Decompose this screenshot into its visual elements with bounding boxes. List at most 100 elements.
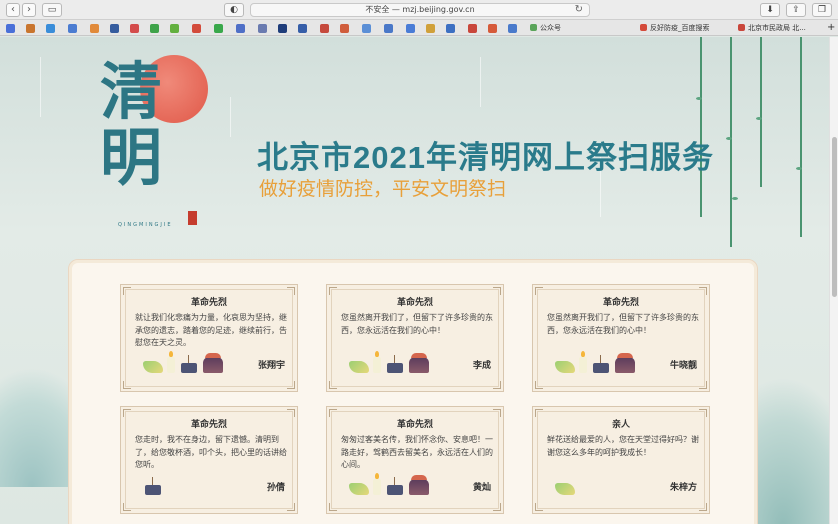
card-title: 革命先烈 [396,420,433,430]
memorial-card[interactable]: 革命先烈 匆匆过客美名传，我们怀念你、安息吧！一路走好，驾鹤西去留美名，永远活在… [326,406,504,514]
candle-offering-icon [579,351,587,373]
corner-ornament [329,409,337,417]
browser-toolbar: ‹ › ▭ ◐ 不安全 — mzj.beijing.gov.cn ↻ ⬇ ⇪ ❐ [0,0,838,20]
corner-ornament [329,503,337,511]
bookmark-icon[interactable] [508,24,517,33]
card-title: 革命先烈 [190,420,227,430]
card-author: 张翔宇 [257,361,285,371]
reload-icon[interactable]: ↻ [575,4,583,16]
rain-decoration [40,57,41,117]
tab-label: 公众号 [540,24,561,32]
rain-decoration [230,97,231,137]
card-message: 您虽然离开我们了，但留下了许多珍贵的东西，您永远活在我们的心中！ [341,313,493,335]
bookmark-icon[interactable] [130,24,139,33]
bookmark-icon[interactable] [384,24,393,33]
page-scrollbar[interactable] [829,37,838,524]
tabs-overview-icon[interactable]: ❐ [812,3,832,17]
corner-ornament [699,409,707,417]
bookmark-icon[interactable] [170,24,179,33]
wechat-icon [530,24,537,31]
bookmark-icon[interactable] [362,24,371,33]
download-icon[interactable]: ⬇ [760,3,780,17]
bookmark-icon[interactable] [258,24,267,33]
card-author: 牛晓靓 [669,361,697,371]
card-message: 您虽然离开我们了，但留下了许多珍贵的东西，您永远活在我们的心中！ [547,313,699,335]
bookmark-icon[interactable] [150,24,159,33]
memorial-card[interactable]: 革命先烈 您走时，我不在身边，留下遗憾。清明到了，给您敬杯酒，叩个头，把心里的话… [120,406,298,514]
card-author: 朱梓方 [669,483,697,493]
bookmark-icon[interactable] [90,24,99,33]
bookmark-icon[interactable] [468,24,477,33]
bookmark-icon[interactable] [446,24,455,33]
food-offering-icon [409,353,429,373]
privacy-shield-icon[interactable]: ◐ [224,3,244,17]
corner-ornament [493,503,501,511]
corner-ornament [287,287,295,295]
address-bar[interactable]: 不安全 — mzj.beijing.gov.cn ↻ [250,3,590,17]
bookmark-icon[interactable] [298,24,307,33]
corner-ornament [287,409,295,417]
leaf-decoration [756,117,762,120]
address-text: 不安全 — mzj.beijing.gov.cn [365,5,475,14]
bookmark-icon[interactable] [320,24,329,33]
incense-offering-icon [387,355,403,373]
bookmarks-bar: 公众号 反好防疫_百度搜索 北京市民政局 北... + [0,20,838,36]
bookmark-icon[interactable] [26,24,35,33]
flower-offering-icon [349,361,369,373]
incense-offering-icon [593,355,609,373]
memorial-card[interactable]: 革命先烈 就让我们化悲痛为力量，化哀思为坚持，继承您的遗志，踏着您的足迹，继续前… [120,284,298,392]
bookmark-icon[interactable] [192,24,201,33]
corner-ornament [287,503,295,511]
bookmark-icon[interactable] [426,24,435,33]
bookmark-icon[interactable] [340,24,349,33]
leaf-decoration [796,167,802,170]
corner-ornament [329,287,337,295]
corner-ornament [287,381,295,389]
card-message: 您走时，我不在身边，留下遗憾。清明到了，给您敬杯酒，叩个头，把心里的话讲给您听。 [135,435,287,469]
forward-icon[interactable]: › [22,3,36,17]
bookmark-icon[interactable] [488,24,497,33]
card-author: 李成 [472,361,491,371]
card-title: 革命先烈 [602,298,639,308]
bookmark-icon[interactable] [110,24,119,33]
bookmark-icon[interactable] [278,24,287,33]
food-offering-icon [203,353,223,373]
candle-offering-icon [373,351,381,373]
corner-ornament [123,503,131,511]
memorial-card[interactable]: 革命先烈 您虽然离开我们了，但留下了许多珍贵的东西，您永远活在我们的心中！ 牛晓… [532,284,710,392]
bookmark-icon[interactable] [68,24,77,33]
bookmark-icon[interactable] [214,24,223,33]
corner-ornament [699,287,707,295]
corner-ornament [535,503,543,511]
corner-ornament [493,409,501,417]
tab-label: 反好防疫_百度搜索 [650,24,710,32]
scrollbar-thumb[interactable] [832,137,837,297]
page-title: 北京市2021年清明网上祭扫服务 [257,140,714,175]
corner-ornament [493,381,501,389]
flower-offering-icon [349,483,369,495]
card-message: 就让我们化悲痛为力量，化哀思为坚持，继承您的遗志，踏着您的足迹，继续前行，告慰您… [135,313,287,347]
bookmark-icon[interactable] [236,24,245,33]
card-title: 革命先烈 [190,298,227,308]
card-author: 孙倩 [266,483,285,493]
back-icon[interactable]: ‹ [6,3,20,17]
memorial-card[interactable]: 亲人 鲜花送给最爱的人，您在天堂过得好吗？谢谢您这么多年的呵护我成长！ 朱梓方 [532,406,710,514]
bookmark-icon[interactable] [406,24,415,33]
corner-ornament [699,503,707,511]
memorial-card[interactable]: 革命先烈 您虽然离开我们了，但留下了许多珍贵的东西，您永远活在我们的心中！ 李成 [326,284,504,392]
tab-beijing-civil-affairs[interactable]: 北京市民政局 北... [738,22,824,34]
tab-wechat-official[interactable]: 公众号 [530,22,630,34]
corner-ornament [493,287,501,295]
bookmark-icon[interactable] [6,24,15,33]
bookmark-icon[interactable] [46,24,55,33]
share-icon[interactable]: ⇪ [786,3,806,17]
new-tab-icon[interactable]: + [827,22,837,34]
leaf-decoration [726,137,732,140]
corner-ornament [699,381,707,389]
card-title: 亲人 [611,420,630,430]
qingming-logo: 清明 [100,55,165,194]
site-icon [738,24,745,31]
candle-offering-icon [373,473,381,495]
sidebar-icon[interactable]: ▭ [42,3,62,17]
tab-baidu-search[interactable]: 反好防疫_百度搜索 [640,22,734,34]
